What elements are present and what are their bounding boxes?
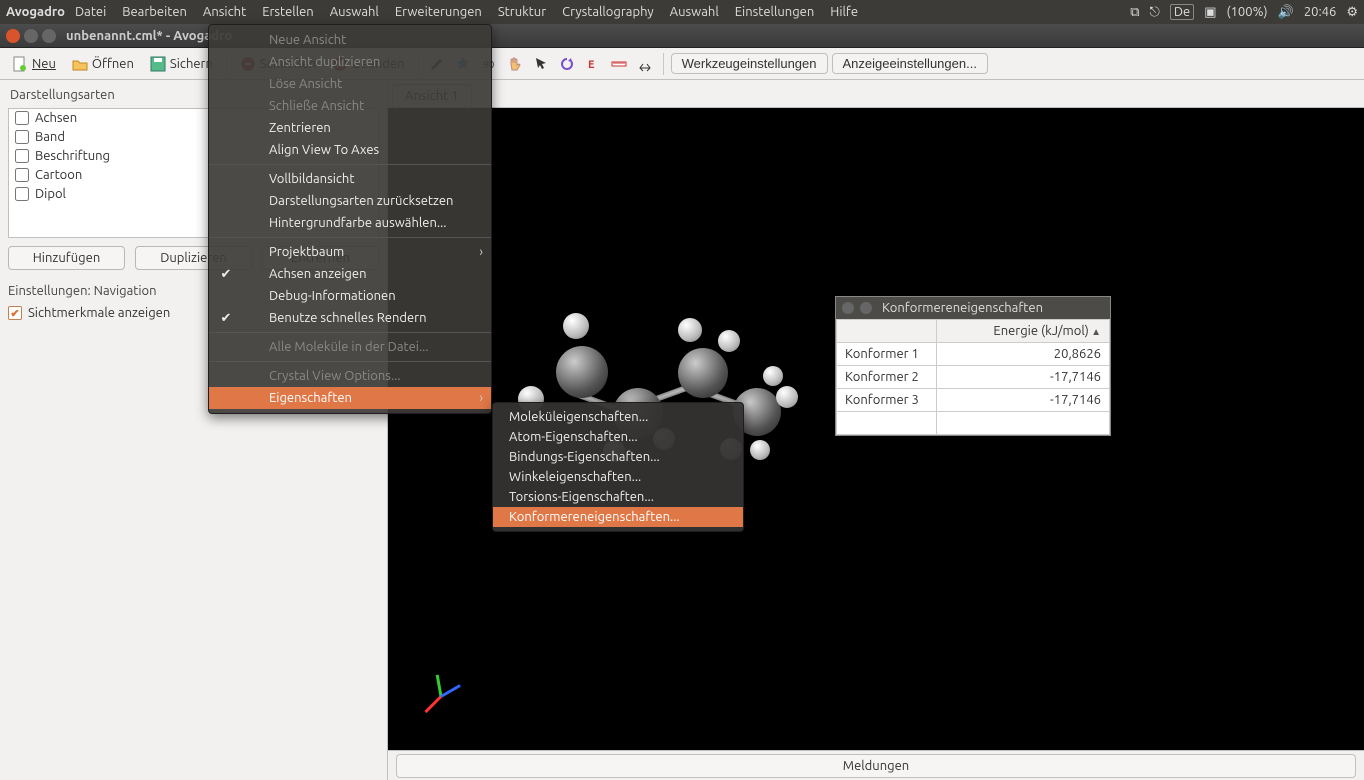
- menu-einstellungen[interactable]: Einstellungen: [727, 5, 823, 19]
- ansicht-item[interactable]: Projektbaum: [209, 241, 491, 263]
- window-close-button[interactable]: [6, 29, 20, 43]
- menu-erweiterungen[interactable]: Erweiterungen: [387, 5, 490, 19]
- conformer-min-icon[interactable]: [860, 302, 872, 314]
- ansicht-item: Neue Ansicht: [209, 29, 491, 51]
- ansicht-item[interactable]: Zentrieren: [209, 117, 491, 139]
- tool-settings-button[interactable]: Werkzeugeinstellungen: [671, 53, 828, 74]
- keyboard-lang[interactable]: De: [1170, 4, 1194, 20]
- ansicht-item[interactable]: Vollbildansicht: [209, 168, 491, 190]
- dropbox-icon[interactable]: ⧉: [1130, 5, 1139, 20]
- eigenschaften-item[interactable]: Moleküleigenschaften...: [493, 407, 743, 427]
- window-maximize-button[interactable]: [42, 29, 56, 43]
- ansicht-item[interactable]: Hintergrundfarbe auswählen...: [209, 212, 491, 234]
- menu-ansicht[interactable]: Ansicht: [195, 5, 254, 19]
- eigenschaften-item[interactable]: Torsions-Eigenschaften...: [493, 487, 743, 507]
- eigenschaften-item[interactable]: Winkeleigenschaften...: [493, 467, 743, 487]
- checkbox-dipol[interactable]: [15, 187, 29, 201]
- battery-icon[interactable]: ▣: [1204, 5, 1216, 20]
- conformer-window-titlebar[interactable]: Konformereneigenschaften: [836, 297, 1110, 319]
- menu-erstellen[interactable]: Erstellen: [254, 5, 322, 19]
- eigenschaften-item[interactable]: Bindungs-Eigenschaften...: [493, 447, 743, 467]
- eigenschaften-submenu[interactable]: Moleküleigenschaften...Atom-Eigenschafte…: [492, 402, 744, 532]
- table-row[interactable]: Konformer 3-17,7146: [837, 389, 1110, 412]
- gear-icon[interactable]: ⚙: [1346, 5, 1358, 20]
- ruler-tool-icon[interactable]: [608, 53, 630, 75]
- conformer-title-text: Konformereneigenschaften: [878, 301, 1104, 315]
- save-icon: [150, 56, 166, 72]
- select-tool-icon[interactable]: [530, 53, 552, 75]
- menu-auswahl[interactable]: Auswahl: [322, 5, 387, 19]
- window-titlebar: unbenannt.cml* - Avogadro: [0, 24, 1364, 48]
- checkbox-beschriftung[interactable]: [15, 149, 29, 163]
- add-button[interactable]: Hinzufügen: [8, 246, 125, 270]
- ansicht-item: Crystal View Options...: [209, 365, 491, 387]
- align-tool-icon[interactable]: [634, 53, 656, 75]
- ubuntu-menubar: Avogadro Datei Bearbeiten Ansicht Erstel…: [0, 0, 1364, 24]
- show-features-checkbox[interactable]: [8, 306, 22, 320]
- clock[interactable]: 20:46: [1304, 5, 1337, 19]
- new-button[interactable]: Neu: [6, 54, 62, 74]
- display-settings-button[interactable]: Anzeigeeinstellungen...: [832, 53, 988, 74]
- menu-datei[interactable]: Datei: [67, 5, 114, 19]
- axes-gizmo: [416, 670, 466, 720]
- table-row[interactable]: Konformer 120,8626: [837, 343, 1110, 366]
- checkbox-achsen[interactable]: [15, 111, 29, 125]
- wifi-icon[interactable]: ⎋: [1150, 5, 1160, 20]
- menu-struktur[interactable]: Struktur: [490, 5, 554, 19]
- table-row[interactable]: Konformer 2-17,7146: [837, 366, 1110, 389]
- ansicht-dropdown[interactable]: Neue AnsichtAnsicht duplizierenLöse Ansi…: [208, 24, 492, 414]
- ansicht-item[interactable]: Debug-Informationen: [209, 285, 491, 307]
- app-name: Avogadro: [6, 5, 65, 19]
- menu-bearbeiten[interactable]: Bearbeiten: [114, 5, 195, 19]
- main-toolbar: Neu Öffnen Sichern Schließen Beenden 90 …: [0, 48, 1364, 80]
- eigenschaften-item[interactable]: Konformereneigenschaften...: [493, 507, 743, 527]
- ansicht-item: Ansicht duplizieren: [209, 51, 491, 73]
- open-icon: [72, 56, 88, 72]
- checkbox-band[interactable]: [15, 130, 29, 144]
- svg-text:E: E: [588, 59, 595, 71]
- menu-hilfe[interactable]: Hilfe: [822, 5, 866, 19]
- ansicht-item[interactable]: ✔Achsen anzeigen: [209, 263, 491, 285]
- ansicht-item[interactable]: ✔Benutze schnelles Rendern: [209, 307, 491, 329]
- conformer-close-icon[interactable]: [842, 302, 854, 314]
- volume-icon[interactable]: 🔊: [1278, 5, 1294, 20]
- meldungen-button[interactable]: Meldungen: [396, 754, 1356, 778]
- conf-col-name[interactable]: [837, 320, 937, 343]
- battery-text: (100%): [1227, 5, 1268, 19]
- eigenschaften-item[interactable]: Atom-Eigenschaften...: [493, 427, 743, 447]
- view-tabs: Ansicht 1: [388, 80, 1364, 108]
- ansicht-item[interactable]: Align View To Axes: [209, 139, 491, 161]
- menu-crystallography[interactable]: Crystallography: [554, 5, 662, 19]
- menu-auswahl-2[interactable]: Auswahl: [662, 5, 727, 19]
- conformer-table[interactable]: Energie (kJ/mol) Konformer 120,8626Konfo…: [836, 319, 1110, 435]
- ansicht-item[interactable]: Eigenschaften: [209, 387, 491, 409]
- ansicht-item: Löse Ansicht: [209, 73, 491, 95]
- new-icon: [12, 56, 28, 72]
- conformer-properties-window[interactable]: Konformereneigenschaften Energie (kJ/mol…: [835, 296, 1111, 436]
- ansicht-item[interactable]: Darstellungsarten zurücksetzen: [209, 190, 491, 212]
- system-tray: ⧉ ⎋ De ▣ (100%) 🔊 20:46 ⚙: [1130, 4, 1358, 20]
- ansicht-item: Alle Moleküle in der Datei...: [209, 336, 491, 358]
- open-button[interactable]: Öffnen: [66, 54, 140, 74]
- hand-tool-icon[interactable]: [504, 53, 526, 75]
- ansicht-item: Schließe Ansicht: [209, 95, 491, 117]
- rotate-tool-icon[interactable]: [556, 53, 578, 75]
- checkbox-cartoon[interactable]: [15, 168, 29, 182]
- conf-col-energy[interactable]: Energie (kJ/mol): [937, 320, 1110, 343]
- show-features-label: Sichtmerkmale anzeigen: [28, 306, 170, 320]
- window-minimize-button[interactable]: [24, 29, 38, 43]
- measure-tool-icon[interactable]: E: [582, 53, 604, 75]
